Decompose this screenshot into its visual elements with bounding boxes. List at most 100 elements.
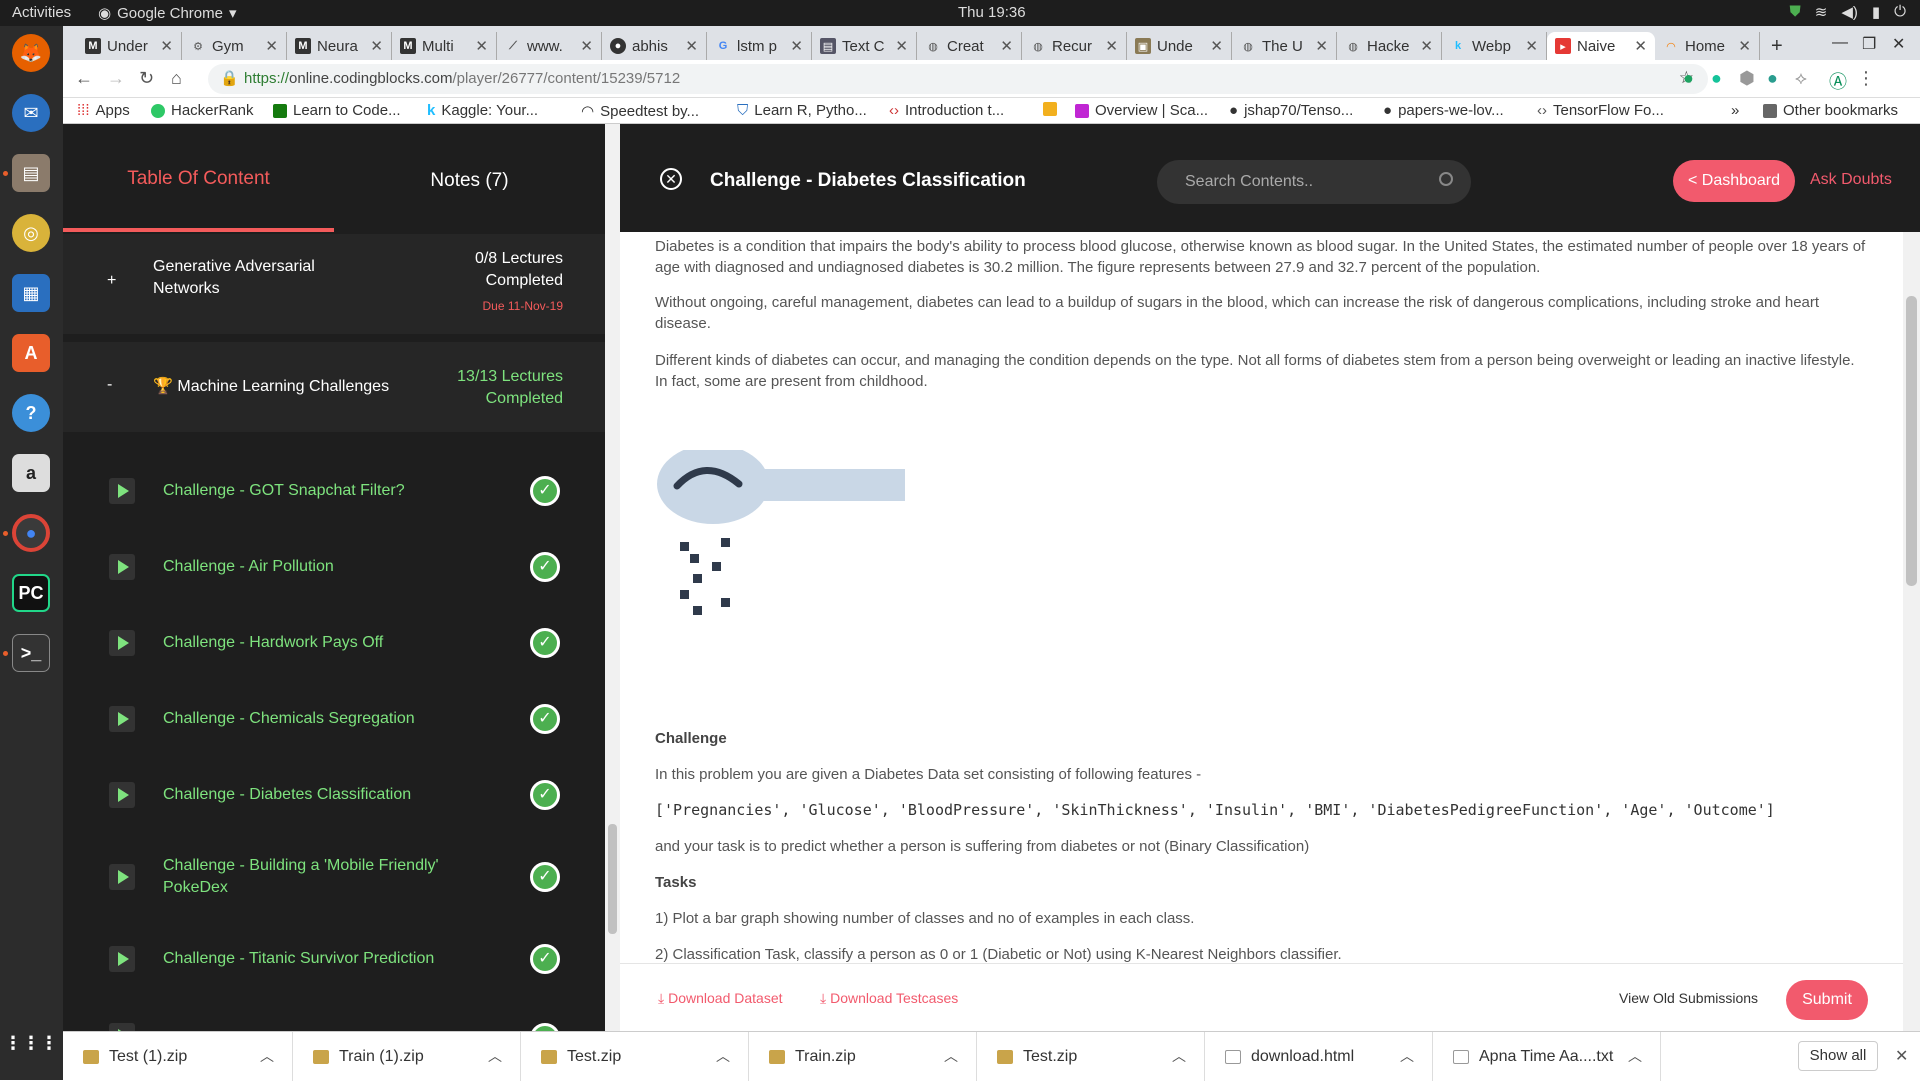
- close-icon[interactable]: ✕: [1420, 37, 1433, 55]
- chevron-up-icon[interactable]: ︿: [1628, 1046, 1642, 1066]
- tab-under[interactable]: M Under ✕: [77, 32, 182, 60]
- close-icon[interactable]: ✕: [1000, 37, 1013, 55]
- tab-table-of-content[interactable]: Table Of Content: [63, 124, 334, 230]
- window-close-icon[interactable]: ✕: [1892, 34, 1905, 54]
- download-item[interactable]: Test.zip ︿: [521, 1032, 749, 1081]
- download-item[interactable]: Test (1).zip ︿: [63, 1032, 293, 1081]
- files-icon[interactable]: ▤: [12, 154, 50, 192]
- dashboard-button[interactable]: < Dashboard: [1673, 160, 1795, 202]
- forward-icon[interactable]: →: [107, 68, 125, 89]
- extension-icon[interactable]: ⬢: [1739, 68, 1755, 89]
- bookmark-other[interactable]: Other bookmarks: [1763, 102, 1898, 119]
- close-icon[interactable]: ✕: [1634, 37, 1647, 55]
- show-applications-icon[interactable]: ⋮⋮⋮: [4, 1024, 58, 1062]
- close-icon[interactable]: ✕: [475, 37, 488, 55]
- chevron-up-icon[interactable]: ︿: [944, 1046, 958, 1066]
- tab-recur[interactable]: ◍ Recur ✕: [1022, 32, 1127, 60]
- lecture-item[interactable]: Challenge - Hardwork Pays Off ✓: [63, 605, 605, 681]
- bookmark-tensorflow[interactable]: ‹› TensorFlow Fo...: [1537, 102, 1664, 119]
- content-scrollbar[interactable]: [1903, 232, 1920, 1031]
- system-tray[interactable]: ⛊ ≋ ◀) ▮ ⏻: [1789, 3, 1906, 21]
- close-icon[interactable]: ✕: [895, 37, 908, 55]
- bookmarks-overflow-button[interactable]: »: [1731, 102, 1739, 119]
- lecture-item[interactable]: Challenge - Titanic Survivor Prediction ✓: [63, 921, 605, 997]
- clock[interactable]: Thu 19:36: [958, 4, 1026, 21]
- section-machine-learning-challenges[interactable]: - 🏆 Machine Learning Challenges 13/13 Le…: [63, 342, 605, 432]
- lecture-item-partial[interactable]: [63, 997, 605, 1031]
- home-icon[interactable]: ⌂: [171, 68, 182, 89]
- download-item[interactable]: Apna Time Aa....txt ︿: [1433, 1032, 1661, 1081]
- tab-text[interactable]: ▤ Text C ✕: [812, 32, 917, 60]
- tab-multi[interactable]: M Multi ✕: [392, 32, 497, 60]
- menu-icon[interactable]: ⋮: [1857, 68, 1875, 89]
- view-old-submissions-link[interactable]: View Old Submissions: [1619, 990, 1758, 1006]
- thunderbird-icon[interactable]: ✉: [12, 94, 50, 132]
- app-menu[interactable]: ◉ Google Chrome ▾: [98, 4, 237, 23]
- chevron-up-icon[interactable]: ︿: [1400, 1046, 1414, 1066]
- tab-home[interactable]: ◠ Home ✕: [1655, 32, 1760, 60]
- tab-hacke[interactable]: ◍ Hacke ✕: [1337, 32, 1442, 60]
- help-icon[interactable]: ?: [12, 394, 50, 432]
- tab-naive[interactable]: ▸ Naive ✕: [1547, 32, 1655, 60]
- close-icon[interactable]: ✕: [265, 37, 278, 55]
- lecture-item[interactable]: Challenge - Chemicals Segregation ✓: [63, 681, 605, 757]
- writer-icon[interactable]: ▦: [12, 274, 50, 312]
- amazon-icon[interactable]: a: [12, 454, 50, 492]
- bookmark-hackerrank[interactable]: HackerRank: [151, 102, 254, 119]
- url-input[interactable]: 🔒 https://online.codingblocks.com/player…: [208, 64, 1708, 94]
- section-generative-adversarial-networks[interactable]: + Generative Adversarial Networks 0/8 Le…: [63, 234, 605, 334]
- download-item[interactable]: download.html ︿: [1205, 1032, 1433, 1081]
- firefox-icon[interactable]: 🦊: [12, 34, 50, 72]
- ask-doubts-link[interactable]: Ask Doubts: [1810, 171, 1892, 189]
- bookmark-jshap70[interactable]: ● jshap70/Tenso...: [1229, 102, 1353, 119]
- scrollbar-thumb[interactable]: [608, 824, 617, 934]
- bookmark-papers-we-love[interactable]: ● papers-we-lov...: [1383, 102, 1504, 119]
- tab-webp[interactable]: k Webp ✕: [1442, 32, 1547, 60]
- close-icon[interactable]: ✕: [160, 37, 173, 55]
- sidebar-scrollbar[interactable]: [605, 124, 620, 1031]
- chevron-up-icon[interactable]: ︿: [1172, 1046, 1186, 1066]
- close-downloads-icon[interactable]: ✕: [1895, 1046, 1908, 1066]
- software-center-icon[interactable]: A: [12, 334, 50, 372]
- tab-unde[interactable]: ▣ Unde ✕: [1127, 32, 1232, 60]
- bookmark-learn-to-code[interactable]: Learn to Code...: [273, 102, 401, 119]
- chevron-up-icon[interactable]: ︿: [260, 1046, 274, 1066]
- new-tab-button[interactable]: +: [1763, 32, 1797, 60]
- tab-lstm[interactable]: Glstm p ✕: [707, 32, 812, 60]
- terminal-icon[interactable]: >_: [12, 634, 50, 672]
- close-icon[interactable]: ✕: [685, 37, 698, 55]
- extension-icon[interactable]: ●: [1683, 68, 1694, 89]
- close-icon[interactable]: ✕: [1525, 37, 1538, 55]
- minimize-icon[interactable]: —: [1832, 34, 1848, 52]
- close-icon[interactable]: ✕: [790, 37, 803, 55]
- bookmark-speedtest[interactable]: ◠ Speedtest by...: [581, 102, 699, 121]
- tab-creat[interactable]: ◍ Creat ✕: [917, 32, 1022, 60]
- chevron-up-icon[interactable]: ︿: [488, 1046, 502, 1066]
- tab-abhis[interactable]: ● abhis ✕: [602, 32, 707, 60]
- bookmark-introduction[interactable]: ‹› Introduction t...: [889, 102, 1004, 119]
- bookmark-overview[interactable]: Overview | Sca...: [1075, 102, 1208, 119]
- tab-www[interactable]: ⟋ www. ✕: [497, 32, 602, 60]
- lecture-item[interactable]: Challenge - Diabetes Classification ✓: [63, 757, 605, 833]
- lecture-item[interactable]: Challenge - GOT Snapchat Filter? ✓: [63, 453, 605, 529]
- restore-icon[interactable]: ❐: [1862, 34, 1876, 54]
- search-icon[interactable]: [1439, 172, 1453, 186]
- activities-button[interactable]: Activities: [12, 4, 71, 21]
- tab-gym[interactable]: ⚙ Gym ✕: [182, 32, 287, 60]
- close-icon[interactable]: ✕: [580, 37, 593, 55]
- close-icon[interactable]: ✕: [1315, 37, 1328, 55]
- tab-notes[interactable]: Notes (7): [334, 124, 605, 230]
- bookmark-kaggle[interactable]: k Kaggle: Your...: [427, 102, 538, 119]
- scrollbar-thumb[interactable]: [1906, 296, 1917, 586]
- show-all-button[interactable]: Show all: [1798, 1041, 1878, 1071]
- download-item[interactable]: Train.zip ︿: [749, 1032, 977, 1081]
- extension-icon[interactable]: ●: [1767, 68, 1778, 89]
- close-icon[interactable]: ✕: [660, 168, 682, 190]
- tab-neura[interactable]: M Neura ✕: [287, 32, 392, 60]
- close-icon[interactable]: ✕: [370, 37, 383, 55]
- close-icon[interactable]: ✕: [1210, 37, 1223, 55]
- pycharm-icon[interactable]: PC: [12, 574, 50, 612]
- close-icon[interactable]: ✕: [1738, 37, 1751, 55]
- search-input[interactable]: Search Contents..: [1157, 160, 1471, 204]
- profile-avatar[interactable]: Ⓐ: [1829, 68, 1847, 94]
